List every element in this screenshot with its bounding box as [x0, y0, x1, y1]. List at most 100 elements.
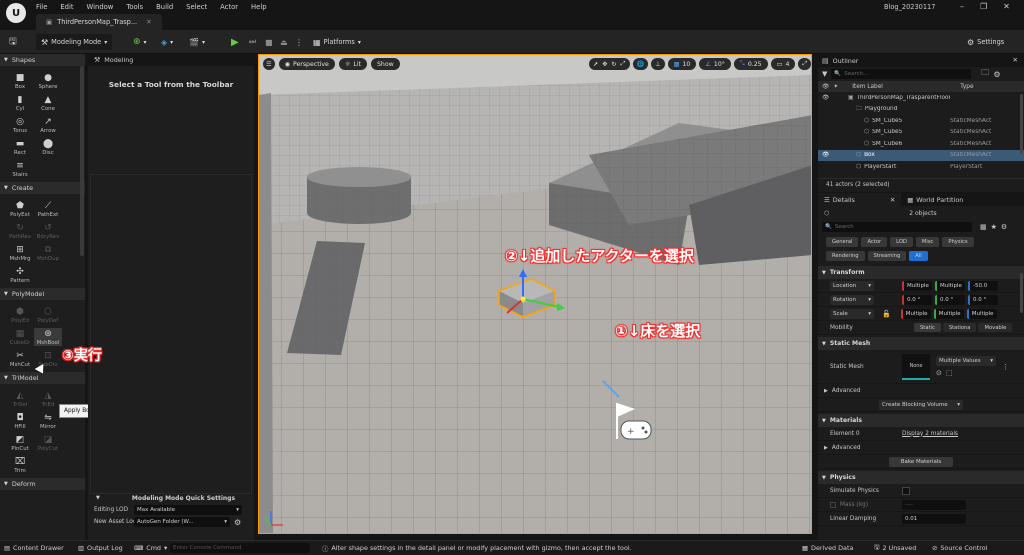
cinematics-button[interactable]: 🎬 ▾ [184, 34, 210, 50]
gear-icon[interactable]: ⚙ [234, 518, 241, 527]
blueprint-button[interactable]: ◈ ▾ [156, 34, 178, 50]
tool-trim[interactable]: ⌧ Trim [6, 456, 34, 475]
filter-icon[interactable]: ▼ [822, 70, 827, 78]
content-drawer-button[interactable]: ▤ Content Drawer [0, 544, 78, 552]
outliner-search-input[interactable]: 🔍 Search... [831, 69, 972, 79]
menu-file[interactable]: File [36, 3, 47, 11]
visibility-icon[interactable]: 👁 [822, 95, 832, 101]
scale-x[interactable]: Multiple [900, 308, 931, 319]
asset-location-dropdown[interactable]: AutoGen Folder (W... ▾ [134, 517, 230, 527]
grid-view-icon[interactable]: ▦ [980, 223, 987, 231]
menu-build[interactable]: Build [156, 3, 173, 11]
source-control-button[interactable]: ⊘ Source Control [932, 544, 987, 552]
mobility-stationary[interactable]: Stationa [942, 323, 977, 332]
location-x[interactable]: Multiple [902, 280, 932, 291]
tool-polydef[interactable]: ⬡ PolyDef [34, 306, 62, 325]
filter-all[interactable]: All [909, 251, 928, 261]
visibility-icon[interactable]: 👁 [822, 84, 829, 90]
create-blocking-volume-button[interactable]: Create Blocking Volume ▾ [879, 399, 963, 410]
filter-actor[interactable]: Actor [861, 237, 888, 247]
transform-tools[interactable]: ➚ ✥ ↻ ⤢ [589, 58, 630, 70]
transform-section[interactable]: ▼ Transform [818, 266, 1024, 279]
derived-data-button[interactable]: ▦ Derived Data [802, 544, 874, 552]
scale-y[interactable]: Multiple [933, 308, 964, 319]
details-tab[interactable]: ☰ Details ✕ [818, 193, 902, 206]
bake-materials-button[interactable]: Bake Materials [889, 456, 953, 467]
find-asset-icon[interactable]: ⬚ [946, 369, 953, 377]
rotation-y[interactable]: 0.0 ° [935, 294, 965, 305]
lock-icon[interactable]: 🔓 [882, 310, 891, 318]
settings-button[interactable]: ⚙ Settings [962, 34, 1009, 50]
category-deform[interactable]: ▼ Deform [0, 478, 85, 490]
materials-advanced[interactable]: ▶ Advanced [818, 441, 1024, 455]
static-mesh-advanced[interactable]: ▶ Advanced [818, 384, 1024, 398]
save-button[interactable]: 🖫 [4, 34, 22, 50]
tool-polyext[interactable]: ⬟ PolyExt [6, 200, 34, 219]
tool-pathext[interactable]: ⟋ PathExt [34, 200, 62, 219]
unreal-logo-icon[interactable]: U [6, 3, 26, 23]
maximize-icon[interactable]: ❐ [980, 2, 987, 11]
visibility-icon[interactable]: 👁 [822, 152, 832, 158]
tool-cubegr[interactable]: ▦ CubeGr [6, 328, 34, 347]
grid-snap-button[interactable]: ▦ 10 [667, 58, 697, 70]
perspective-button[interactable]: ◉ Perspective [278, 58, 335, 70]
linear-damping-input[interactable]: 0.01 [902, 513, 966, 524]
pin-icon[interactable]: ✦ [833, 84, 838, 90]
browse-icon[interactable]: ⊙ [936, 369, 942, 377]
rotation-snap-button[interactable]: ∠ 10° [699, 58, 731, 70]
outliner-row[interactable]: ⬡ SM_Cube5 StaticMeshAct [818, 127, 1024, 139]
tool-polycut[interactable]: ◪ PolyCut [34, 434, 62, 453]
filter-streaming[interactable]: Streaming [867, 251, 907, 261]
level-tab[interactable]: ▣ ThirdPersonMap_Trasp... ✕ [36, 14, 162, 30]
tool-mshcut[interactable]: ✂ MshCut [6, 350, 34, 369]
tool-tried[interactable]: ◮ TriEd [34, 390, 62, 409]
camera-speed-button[interactable]: ▭ 4 [770, 58, 796, 70]
display-materials-link[interactable]: Display 2 materials [902, 431, 958, 437]
level-viewport[interactable]: + ☰ ◉ Perspective ☼ Lit Show ➚ ✥ ↻ ⤢ 🌐 ⊥ ▦… [258, 54, 812, 534]
static-mesh-section[interactable]: ▼ Static Mesh [818, 337, 1024, 350]
menu-select[interactable]: Select [186, 3, 207, 11]
tool-pattern[interactable]: ✣ Pattern [6, 266, 34, 285]
outliner-row[interactable]: ⬡ PlayerStart PlayerStart [818, 161, 1024, 173]
mobility-static[interactable]: Static [914, 323, 941, 332]
cmd-button[interactable]: ⌨ Cmd ▾ [134, 544, 170, 552]
category-polymodel[interactable]: ▼ PolyModel [0, 288, 85, 300]
tool-cone[interactable]: ▲ Cone [34, 94, 62, 113]
filter-rendering[interactable]: Rendering [826, 251, 865, 261]
static-mesh-dropdown[interactable]: Multiple Values ▾ [936, 356, 996, 366]
tool-arrow[interactable]: ↗ Arrow [34, 116, 62, 135]
play-options-button[interactable]: ⋮ [290, 34, 308, 50]
menu-window[interactable]: Window [87, 3, 114, 11]
tool-disc[interactable]: ⬤ Disc [34, 138, 62, 157]
tool-trisel[interactable]: ◭ TriSel [6, 390, 34, 409]
tool-mirror[interactable]: ⇋ Mirror [34, 412, 62, 431]
mesh-thumbnail[interactable]: None [902, 353, 930, 380]
close-icon[interactable]: ✕ [890, 196, 895, 204]
tool-mshdup[interactable]: ⧉ MshDup [34, 244, 62, 263]
viewport-menu-button[interactable]: ☰ [263, 58, 275, 70]
world-partition-tab[interactable]: ▦ World Partition [901, 196, 969, 204]
folder-add-icon[interactable]: 🗀 [981, 67, 989, 81]
tool-box[interactable]: ■ Box [6, 72, 34, 91]
category-shapes[interactable]: ▼ Shapes [0, 54, 85, 66]
tool-mshmrg[interactable]: ⊞ MshMrg [6, 244, 34, 263]
outliner-row[interactable]: ⬡ SM_Cube5 StaticMeshAct [818, 115, 1024, 127]
location-dropdown[interactable]: Location ▾ [830, 280, 874, 291]
tool-sphere[interactable]: ● Sphere [34, 72, 62, 91]
tool-mshbool[interactable]: ⊛ MshBool [34, 328, 62, 346]
menu-tools[interactable]: Tools [126, 3, 143, 11]
play-button[interactable]: ▶ [226, 34, 244, 50]
tool-subdiv[interactable]: ⊡ SubDiv [34, 350, 62, 369]
scale-dropdown[interactable]: Scale ▾ [830, 308, 874, 319]
scale-snap-button[interactable]: ⤡ 0.25 [733, 58, 768, 70]
tool-plncut[interactable]: ◩ PlnCut [6, 434, 34, 453]
tool-bdryrev[interactable]: ↺ BdryRev [34, 222, 62, 241]
location-z[interactable]: -50.0 [968, 280, 998, 291]
step-button[interactable]: ⏭ [244, 34, 261, 50]
window-close-icon[interactable]: ✕ [1003, 2, 1010, 11]
filter-misc[interactable]: Misc [915, 237, 940, 247]
move-icon[interactable]: ✥ [602, 61, 607, 68]
outliner-row[interactable]: 🗀 Playground [818, 104, 1024, 116]
details-search-input[interactable]: 🔍 Search [822, 222, 972, 232]
mobility-movable[interactable]: Movable [978, 323, 1013, 332]
